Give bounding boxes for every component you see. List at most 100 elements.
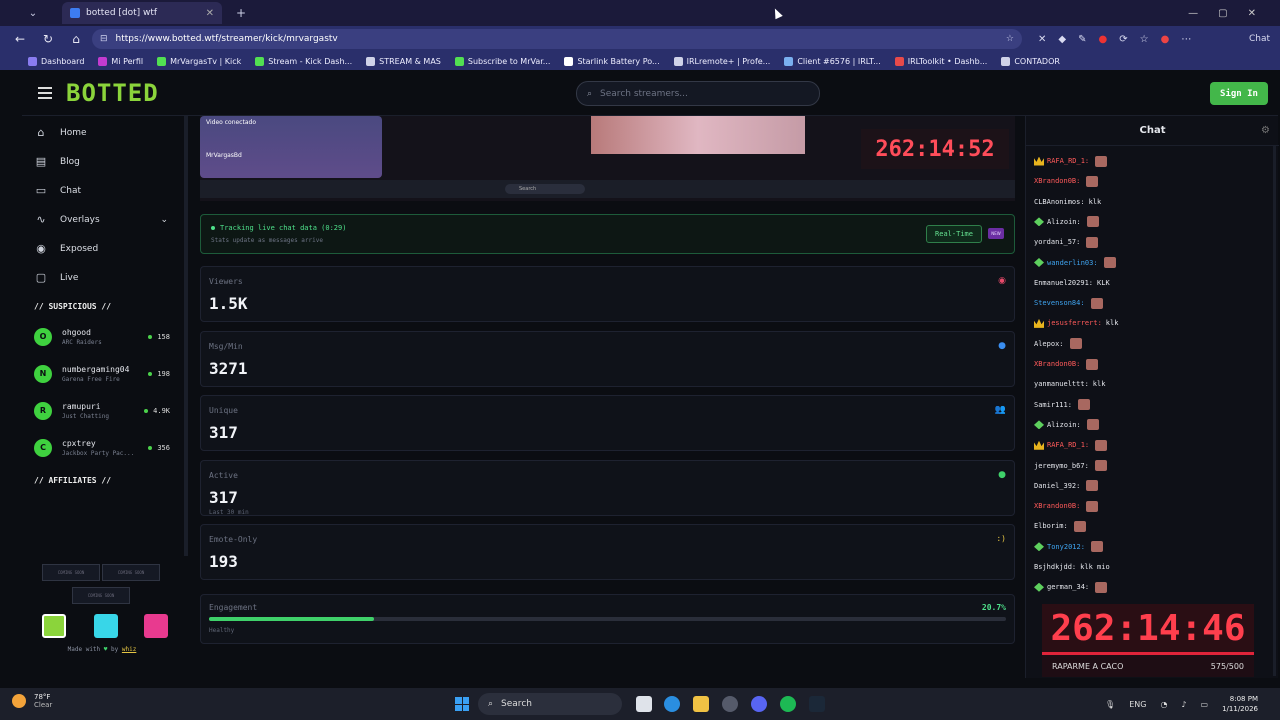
sidebar-item-exposed[interactable]: ◉ Exposed — [22, 234, 182, 263]
chat-username[interactable]: Daniel_392: — [1034, 482, 1080, 490]
chat-username[interactable]: yordani_57: — [1034, 238, 1080, 246]
profile-avatar-icon[interactable]: ● — [1161, 34, 1170, 45]
task-view-icon[interactable] — [636, 696, 652, 712]
chat-username[interactable]: Alizoin: — [1047, 421, 1081, 429]
botted-logo[interactable]: BOTTED — [66, 79, 159, 107]
affiliate-slot[interactable]: COMING SOON — [72, 587, 130, 604]
search-streamers-input[interactable]: ⌕ Search streamers... — [576, 81, 820, 106]
windows-start-icon[interactable] — [455, 697, 469, 711]
taskbar-clock[interactable]: 8:08 PM 1/11/2026 — [1222, 694, 1258, 714]
bookmark-item[interactable]: IRLremote+ | Profe... — [673, 56, 770, 66]
theme-swatch-pink[interactable] — [144, 614, 168, 638]
bookmark-item[interactable]: Starlink Battery Po... — [564, 56, 660, 66]
sidebar-item-home[interactable]: ⌂ Home — [22, 118, 182, 147]
site-info-icon[interactable]: ⊟ — [100, 34, 108, 44]
bookmark-item[interactable]: IRLToolkit • Dashb... — [894, 56, 987, 66]
bookmark-item[interactable]: CONTADOR — [1001, 56, 1060, 66]
chat-message: yanmanuelttt: klk — [1034, 377, 1105, 391]
close-window-icon[interactable]: ✕ — [1248, 8, 1256, 19]
chat-username[interactable]: XBrandon0B: — [1034, 502, 1080, 510]
chat-username[interactable]: Alepox: — [1034, 340, 1064, 348]
chat-username[interactable]: Samir111: — [1034, 401, 1072, 409]
browser-tab[interactable]: botted [dot] wtf ✕ — [62, 2, 222, 24]
chevron-down-icon[interactable]: ⌄ — [160, 215, 168, 225]
chat-username[interactable]: XBrandon0B: — [1034, 177, 1080, 185]
extension-icon[interactable]: ◆ — [1058, 34, 1066, 45]
stream-preview[interactable]: Video conectado MrVargasBd 262:14:52 Sea… — [200, 116, 1015, 201]
author-link[interactable]: whiz — [122, 646, 136, 653]
weather-widget[interactable]: 78°F Clear — [12, 693, 52, 709]
address-bar[interactable]: ⊟ https://www.botted.wtf/streamer/kick/m… — [92, 29, 1022, 49]
chat-username[interactable]: Enmanuel20291: — [1034, 279, 1093, 287]
stat-card-active: Active 317 Last 30 min ● — [200, 459, 1015, 516]
theme-swatch-green[interactable] — [42, 614, 66, 638]
chat-username[interactable]: CLBAnonimos: — [1034, 198, 1085, 206]
maximize-icon[interactable]: ▢ — [1218, 8, 1227, 19]
real-time-button[interactable]: Real-Time — [926, 225, 982, 243]
language-indicator[interactable]: ENG — [1129, 700, 1146, 709]
chat-scrollbar[interactable] — [1273, 146, 1276, 676]
new-tab-icon[interactable]: + — [236, 6, 246, 20]
wifi-icon[interactable]: ◔ — [1160, 700, 1167, 709]
extension-icon[interactable]: ● — [1098, 34, 1107, 45]
tab-list-chevron-icon[interactable]: ⌄ — [22, 8, 44, 19]
theme-swatch-cyan[interactable] — [94, 614, 118, 638]
chat-username[interactable]: Alizoin: — [1047, 218, 1081, 226]
sidebar-item-live[interactable]: ▢ Live — [22, 263, 182, 292]
home-browser-icon[interactable]: ⌂ — [68, 32, 84, 46]
edge-icon[interactable] — [664, 696, 680, 712]
sidebar-item-overlays[interactable]: ∿ Overlays ⌄ — [22, 205, 182, 234]
bookmark-item[interactable]: Stream - Kick Dash... — [255, 56, 352, 66]
extension-icon[interactable]: ✎ — [1078, 34, 1086, 45]
microphone-icon[interactable]: 🎙 — [1105, 700, 1115, 709]
close-tab-icon[interactable]: ✕ — [206, 8, 214, 19]
back-icon[interactable]: ← — [12, 32, 28, 46]
gear-icon[interactable]: ⚙ — [1261, 125, 1270, 136]
bookmark-item[interactable]: STREAM & MAS — [366, 56, 441, 66]
suspicious-info: ramupuri Just Chatting — [62, 402, 109, 420]
obs-icon[interactable] — [722, 696, 738, 712]
volume-icon[interactable]: ♪ — [1181, 700, 1186, 709]
bookmark-item[interactable]: Subscribe to MrVar... — [454, 56, 550, 66]
extension-icon[interactable]: ✕ — [1038, 34, 1046, 45]
favorites-icon[interactable]: ☆ — [1140, 34, 1149, 45]
bookmark-item[interactable]: Dashboard — [28, 56, 84, 66]
suspicious-item[interactable]: Nnumbergaming04 Garena Free Fire 198 — [22, 355, 182, 392]
taskbar-search[interactable]: ⌕ Search — [478, 693, 622, 715]
suspicious-item[interactable]: Ccpxtrey Jackbox Party Pac... 356 — [22, 429, 182, 466]
tab-favicon-icon — [70, 8, 80, 18]
hamburger-menu-icon[interactable] — [38, 86, 52, 99]
sign-in-button[interactable]: Sign In — [1210, 82, 1268, 105]
sidebar-item-chat[interactable]: ▭ Chat — [22, 176, 182, 205]
chat-username[interactable]: XBrandon0B: — [1034, 360, 1080, 368]
file-explorer-icon[interactable] — [693, 696, 709, 712]
bookmark-item[interactable]: Client #6576 | IRLT... — [784, 56, 881, 66]
favorite-star-icon[interactable]: ☆ — [1006, 34, 1014, 44]
chat-username[interactable]: RAFA_RD_1: — [1047, 441, 1089, 449]
copilot-chat-button[interactable]: Chat — [1249, 34, 1270, 44]
affiliate-slot[interactable]: COMING SOON — [102, 564, 160, 581]
sidebar-scrollbar[interactable] — [184, 116, 188, 556]
spotify-icon[interactable] — [780, 696, 796, 712]
minimize-icon[interactable]: — — [1188, 8, 1198, 19]
more-menu-icon[interactable]: ⋯ — [1181, 34, 1191, 45]
chat-username[interactable]: yanmanuelttt: — [1034, 380, 1089, 388]
bookmark-item[interactable]: MrVargasTv | Kick — [157, 56, 241, 66]
chat-username[interactable]: wanderlin03: — [1047, 259, 1098, 267]
sidebar-item-blog[interactable]: ▤ Blog — [22, 147, 182, 176]
suspicious-item[interactable]: Oohgood ARC Raiders 158 — [22, 318, 182, 355]
chat-message: Enmanuel20291: KLK — [1034, 276, 1110, 290]
chat-username[interactable]: jesusferrert: — [1047, 319, 1102, 327]
discord-icon[interactable] — [751, 696, 767, 712]
extension-icon[interactable]: ⟳ — [1119, 34, 1127, 45]
chat-username[interactable]: jeremymo_b67: — [1034, 462, 1089, 470]
affiliate-slot[interactable]: COMING SOON — [42, 564, 100, 581]
stat-label: Unique — [209, 406, 238, 415]
bookmark-item[interactable]: Mi Perfil — [98, 56, 143, 66]
chat-username[interactable]: Stevenson84: — [1034, 299, 1085, 307]
chat-username[interactable]: RAFA_RD_1: — [1047, 157, 1089, 165]
battery-icon[interactable]: ▭ — [1201, 700, 1209, 709]
steam-icon[interactable] — [809, 696, 825, 712]
refresh-icon[interactable]: ↻ — [40, 32, 56, 46]
suspicious-item[interactable]: Rramupuri Just Chatting 4.9K — [22, 392, 182, 429]
